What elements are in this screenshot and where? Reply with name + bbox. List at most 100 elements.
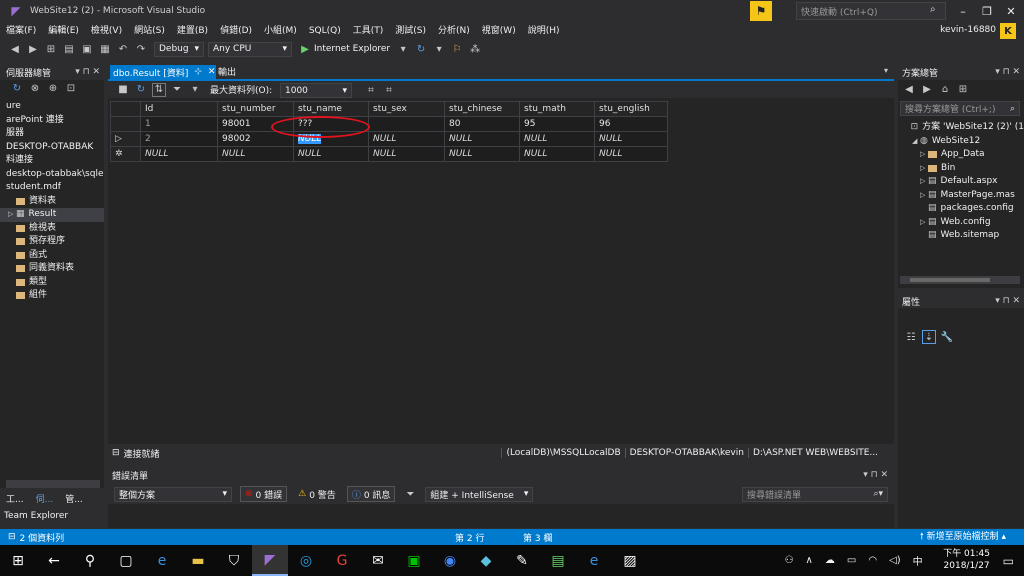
google-icon[interactable]: G (324, 545, 360, 576)
solution-tree-item[interactable]: ▷ App_Data (904, 148, 1024, 162)
row-selector[interactable] (110, 116, 141, 132)
team-explorer-tab[interactable]: Team Explorer (4, 511, 68, 521)
notifications-icon[interactable]: ▭ (1003, 554, 1014, 568)
script-file-icon[interactable]: ⌗ (382, 83, 396, 97)
menu-team[interactable]: 小組(M) (258, 22, 303, 40)
solution-tree-item[interactable]: ⊡ 方案 'WebSite12 (2)' (1 (904, 121, 1024, 135)
grid-cell[interactable]: NULL (594, 131, 668, 147)
expand-arrow-icon[interactable]: ▷ (8, 208, 15, 222)
connect-database-icon[interactable]: ⊕ (46, 81, 60, 95)
expand-arrow-icon[interactable]: ▷ (920, 175, 927, 189)
bookmark-icon[interactable]: ⁂ (468, 42, 482, 56)
grid-cell[interactable]: NULL (293, 146, 369, 162)
forward-icon[interactable]: ▶ (26, 42, 40, 56)
grid-cell[interactable]: NULL (368, 131, 445, 147)
home-icon[interactable]: ⌂ (938, 82, 952, 96)
row-selector[interactable]: ▷ (110, 131, 141, 147)
script-icon[interactable]: ⌗ (364, 83, 378, 97)
line-icon[interactable]: ▣ (396, 545, 432, 576)
search-icon[interactable]: ⚲ (72, 545, 108, 576)
mail-icon[interactable]: ✉ (360, 545, 396, 576)
grid-cell[interactable]: NULL (444, 131, 520, 147)
battery-icon[interactable]: ▭ (847, 555, 856, 566)
tree-item[interactable]: ure (0, 100, 104, 114)
save-all-icon[interactable]: ▦ (98, 42, 112, 56)
chevron-down-icon[interactable]: ▾ (884, 66, 888, 75)
start-play-icon[interactable]: ▶ (298, 42, 312, 56)
search-icon[interactable]: ⌕ (930, 4, 936, 15)
menu-tools[interactable]: 工具(T) (347, 22, 390, 40)
solution-tree-item[interactable]: ▤ Web.sitemap (904, 229, 1024, 243)
column-header[interactable]: stu_number (217, 101, 294, 117)
tree-item[interactable]: 資料表 (0, 195, 104, 209)
error-scope-select[interactable]: 整個方案 ▾ (114, 486, 232, 502)
alphabetical-icon[interactable]: ⇣ (922, 330, 936, 344)
menu-file[interactable]: 檔案(F) (0, 22, 42, 40)
column-header[interactable]: stu_sex (368, 101, 445, 117)
grid-cell[interactable]: NULL (444, 146, 520, 162)
menu-test[interactable]: 測試(S) (389, 22, 432, 40)
windows-start-icon[interactable]: ⊞ (0, 545, 36, 576)
menu-sql[interactable]: SQL(Q) (303, 22, 347, 40)
wrench-icon[interactable]: 🔧 (940, 330, 954, 344)
close-icon[interactable]: ✕ (1000, 2, 1022, 20)
panel-menu-icon[interactable]: ▾ ⊓ ✕ (995, 296, 1020, 306)
minimize-icon[interactable]: – (952, 2, 974, 20)
switch-views-icon[interactable]: ⊞ (956, 82, 970, 96)
tree-item[interactable]: ▷ ▦ Result (0, 208, 104, 222)
panel-menu-icon[interactable]: ▾ ⊓ ✕ (75, 67, 100, 77)
refresh-icon[interactable]: ↻ (134, 83, 148, 97)
menu-window[interactable]: 視窗(W) (476, 22, 522, 40)
menu-debug[interactable]: 偵錯(D) (214, 22, 258, 40)
stop-icon[interactable]: ■ (116, 83, 130, 97)
solution-search-input[interactable]: 搜尋方案總管 (Ctrl+;) ⌕ (900, 101, 1020, 116)
refresh-icon[interactable]: ↻ (10, 81, 24, 95)
expand-arrow-icon[interactable]: ▷ (920, 162, 927, 176)
source-control-button[interactable]: 🠕 新增至原始檔控制 ▴ (920, 529, 1006, 545)
corner-cell[interactable] (110, 101, 141, 117)
build-filter-select[interactable]: 組建 + IntelliSense ▾ (425, 486, 534, 502)
notepad-icon[interactable]: ▤ (540, 545, 576, 576)
tree-item[interactable]: desktop-otabbak\sqle (0, 168, 104, 182)
menu-help[interactable]: 說明(H) (522, 22, 566, 40)
solution-tree-item[interactable]: ▷ ▤ MasterPage.mas (904, 189, 1024, 203)
photos-icon[interactable]: ▨ (612, 545, 648, 576)
sort-filter-icon[interactable]: ⇅ (152, 82, 166, 97)
error-search-input[interactable]: 搜尋錯誤清單 ⌕▾ (742, 486, 888, 502)
tree-item[interactable]: 服器 (0, 127, 104, 141)
platform-select[interactable]: Any CPU ▾ (208, 41, 292, 57)
filter-icon[interactable]: ⏷ (170, 83, 184, 97)
stop-icon[interactable]: ⊗ (28, 81, 42, 95)
tree-item[interactable]: arePoint 連接 (0, 114, 104, 128)
ie-icon[interactable]: e (576, 545, 612, 576)
ime-indicator[interactable]: 中 (913, 553, 923, 568)
connect-server-icon[interactable]: ⊡ (64, 81, 78, 95)
panel-menu-icon[interactable]: ▾ ⊓ ✕ (863, 470, 888, 480)
maximize-icon[interactable]: ❐ (976, 2, 998, 20)
paint-icon[interactable]: ✎ (504, 545, 540, 576)
menu-website[interactable]: 網站(S) (128, 22, 171, 40)
expand-arrow-icon[interactable]: ▷ (920, 189, 927, 203)
grid-cell[interactable]: NULL (217, 146, 294, 162)
quick-launch-input[interactable]: 快速啟動 (Ctrl+Q) (796, 2, 946, 20)
edge-icon[interactable]: e (144, 545, 180, 576)
expand-arrow-icon[interactable]: ◢ (912, 135, 919, 149)
solution-tree-item[interactable]: ▷ Bin (904, 162, 1024, 176)
panel-menu-icon[interactable]: ▾ ⊓ ✕ (995, 67, 1020, 77)
back-arrow-icon[interactable]: ← (36, 545, 72, 576)
tab-output[interactable]: 輸出 (218, 65, 236, 78)
categorized-icon[interactable]: ☷ (904, 330, 918, 344)
column-header[interactable]: stu_name (293, 101, 369, 117)
grid-cell[interactable]: 80 (444, 116, 520, 132)
tree-item[interactable]: student.mdf (0, 181, 104, 195)
grid-cell[interactable]: 2 (140, 131, 218, 147)
left-scrollbar[interactable] (6, 480, 100, 488)
volume-icon[interactable]: ◁) (889, 555, 901, 566)
clock[interactable]: 下午 01:45 2018/1/27 (943, 548, 990, 572)
solution-tree-item[interactable]: ▷ ▤ Default.aspx (904, 175, 1024, 189)
file-explorer-icon[interactable]: ▬ (180, 545, 216, 576)
row-selector[interactable]: ✲ (110, 146, 141, 162)
expand-arrow-icon[interactable]: ▷ (920, 148, 927, 162)
warnings-filter-button[interactable]: ⚠ 0 警告 (293, 486, 341, 502)
close-icon[interactable]: ✕ (208, 67, 216, 77)
